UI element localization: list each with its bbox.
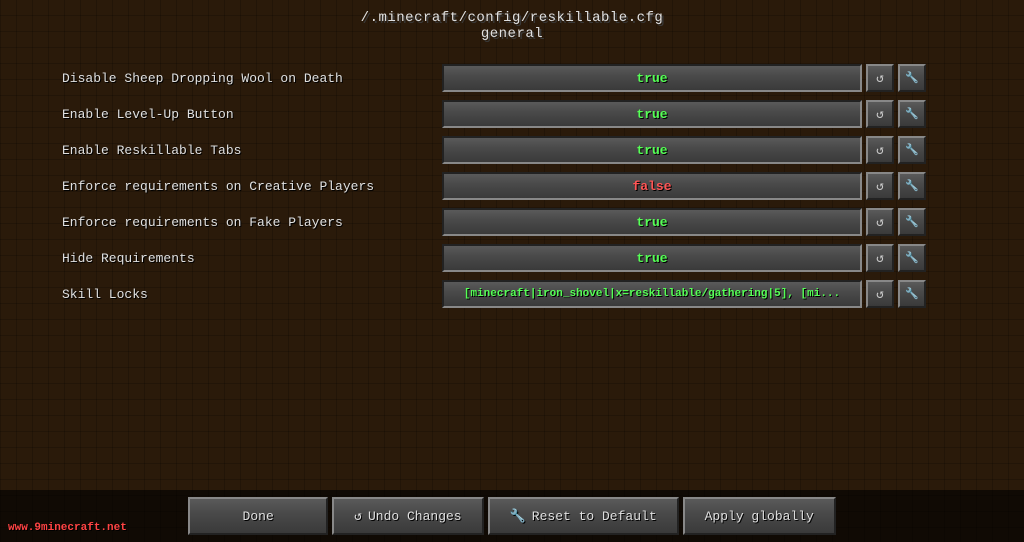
setting-value-container-enforce-creative: false ↺🔧 — [442, 172, 926, 200]
setting-reset-icon-hide-requirements[interactable]: 🔧 — [898, 244, 926, 272]
setting-label-enforce-creative: Enforce requirements on Creative Players — [62, 179, 442, 194]
setting-value-box-enable-tabs[interactable]: true — [442, 136, 862, 164]
setting-reset-icon-enable-levelup[interactable]: 🔧 — [898, 100, 926, 128]
setting-value-container-disable-sheep: true ↺🔧 — [442, 64, 926, 92]
setting-label-hide-requirements: Hide Requirements — [62, 251, 442, 266]
setting-undo-icon-enable-levelup[interactable]: ↺ — [866, 100, 894, 128]
setting-reset-icon-enforce-creative[interactable]: 🔧 — [898, 172, 926, 200]
setting-value-container-enable-levelup: true ↺🔧 — [442, 100, 926, 128]
setting-value-box-enable-levelup[interactable]: true — [442, 100, 862, 128]
setting-value-container-hide-requirements: true ↺🔧 — [442, 244, 926, 272]
setting-label-enforce-fake: Enforce requirements on Fake Players — [62, 215, 442, 230]
setting-reset-icon-enable-tabs[interactable]: 🔧 — [898, 136, 926, 164]
setting-row-enable-tabs: Enable Reskillable Tabs true ↺🔧 — [62, 134, 962, 166]
setting-reset-icon-skill-locks[interactable]: 🔧 — [898, 280, 926, 308]
setting-reset-icon-disable-sheep[interactable]: 🔧 — [898, 64, 926, 92]
setting-value-text-hide-requirements: true — [636, 251, 667, 266]
setting-undo-icon-enforce-fake[interactable]: ↺ — [866, 208, 894, 236]
setting-label-enable-levelup: Enable Level-Up Button — [62, 107, 442, 122]
setting-row-enable-levelup: Enable Level-Up Button true ↺🔧 — [62, 98, 962, 130]
setting-undo-icon-skill-locks[interactable]: ↺ — [866, 280, 894, 308]
setting-reset-icon-enforce-fake[interactable]: 🔧 — [898, 208, 926, 236]
setting-value-text-enable-tabs: true — [636, 143, 667, 158]
setting-value-text-enforce-creative: false — [632, 179, 671, 194]
setting-row-hide-requirements: Hide Requirements true ↺🔧 — [62, 242, 962, 274]
setting-value-box-disable-sheep[interactable]: true — [442, 64, 862, 92]
setting-undo-icon-enforce-creative[interactable]: ↺ — [866, 172, 894, 200]
setting-undo-icon-enable-tabs[interactable]: ↺ — [866, 136, 894, 164]
config-path-title: /.minecraft/config/reskillable.cfg — [361, 10, 664, 26]
setting-row-disable-sheep: Disable Sheep Dropping Wool on Deathtrue… — [62, 62, 962, 94]
section-title: general — [361, 26, 664, 42]
setting-row-enforce-creative: Enforce requirements on Creative Players… — [62, 170, 962, 202]
setting-value-container-skill-locks: [minecraft|iron_shovel|x=reskillable/gat… — [442, 280, 926, 308]
setting-value-box-hide-requirements[interactable]: true — [442, 244, 862, 272]
setting-label-enable-tabs: Enable Reskillable Tabs — [62, 143, 442, 158]
setting-undo-icon-disable-sheep[interactable]: ↺ — [866, 64, 894, 92]
setting-value-box-enforce-creative[interactable]: false — [442, 172, 862, 200]
setting-value-text-disable-sheep: true — [636, 71, 667, 86]
setting-label-disable-sheep: Disable Sheep Dropping Wool on Death — [62, 71, 442, 86]
setting-value-text-skill-locks: [minecraft|iron_shovel|x=reskillable/gat… — [464, 288, 840, 300]
setting-undo-icon-hide-requirements[interactable]: ↺ — [866, 244, 894, 272]
setting-row-skill-locks: Skill Locks [minecraft|iron_shovel|x=resk… — [62, 278, 962, 310]
settings-content: Disable Sheep Dropping Wool on Deathtrue… — [62, 62, 962, 542]
setting-value-text-enforce-fake: true — [636, 215, 667, 230]
setting-value-box-skill-locks[interactable]: [minecraft|iron_shovel|x=reskillable/gat… — [442, 280, 862, 308]
setting-row-enforce-fake: Enforce requirements on Fake Playerstrue… — [62, 206, 962, 238]
setting-value-box-enforce-fake[interactable]: true — [442, 208, 862, 236]
setting-value-container-enable-tabs: true ↺🔧 — [442, 136, 926, 164]
setting-value-container-enforce-fake: true ↺🔧 — [442, 208, 926, 236]
title-area: /.minecraft/config/reskillable.cfg gener… — [361, 10, 664, 42]
setting-label-skill-locks: Skill Locks — [62, 287, 442, 302]
setting-value-text-enable-levelup: true — [636, 107, 667, 122]
watermark-text: www.9minecraft.net — [8, 522, 127, 534]
main-container: /.minecraft/config/reskillable.cfg gener… — [0, 0, 1024, 542]
